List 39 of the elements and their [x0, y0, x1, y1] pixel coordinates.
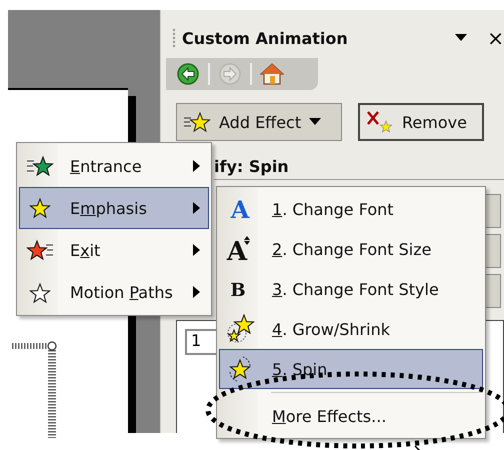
modify-heading: ify: Spin — [214, 157, 504, 180]
menu-item[interactable]: Exit — [19, 229, 209, 271]
menu-item[interactable]: Emphasis — [19, 187, 209, 229]
close-button[interactable]: × — [487, 28, 504, 48]
delete-star-icon — [366, 110, 394, 134]
submenu-item-label: More Effects... — [272, 406, 386, 426]
menu-item-label: Motion Paths — [70, 282, 174, 302]
add-effect-button[interactable]: Add Effect — [176, 103, 342, 141]
submenu-item[interactable]: 5. Spin — [219, 349, 483, 389]
submenu-item-label: 2. Change Font Size — [272, 240, 432, 258]
letter-a-icon: A — [225, 194, 255, 224]
dropdown-icon[interactable] — [455, 34, 468, 42]
menu-item-label: Emphasis — [70, 198, 148, 218]
menu-item[interactable]: Entrance — [19, 145, 209, 187]
remove-button[interactable]: Remove — [358, 103, 484, 141]
star-icon — [183, 110, 211, 134]
bold-b-icon: B — [225, 274, 255, 304]
submenu-arrow-icon — [193, 202, 200, 214]
menu-item-label: Entrance — [70, 156, 143, 176]
back-icon[interactable] — [176, 62, 200, 86]
menu-item[interactable]: Motion Paths — [19, 271, 209, 313]
submenu-item-label: 1. Change Font — [272, 200, 394, 218]
stars-icon — [225, 314, 255, 344]
submenu-item-label: 3. Change Font Style — [272, 280, 439, 298]
caret-icon — [309, 118, 322, 126]
submenu-item[interactable]: 4. Grow/Shrink — [219, 309, 483, 349]
submenu-arrow-icon — [193, 286, 200, 298]
pane-title: Custom Animation — [182, 28, 349, 48]
submenu-item[interactable]: A 2. Change Font Size — [219, 229, 483, 269]
home-icon[interactable] — [260, 62, 284, 86]
menu-item-label: Exit — [70, 240, 102, 260]
grip-icon — [172, 27, 176, 49]
submenu-item[interactable]: A 1. Change Font — [219, 189, 483, 229]
submenu-item-label: 4. Grow/Shrink — [272, 320, 390, 338]
submenu-arrow-icon — [193, 244, 200, 256]
submenu-item[interactable]: B 3. Change Font Style — [219, 269, 483, 309]
submenu-arrow-icon — [193, 160, 200, 172]
submenu-item-label: 5. Spin — [272, 360, 328, 378]
submenu-item[interactable]: More Effects... — [219, 396, 483, 436]
